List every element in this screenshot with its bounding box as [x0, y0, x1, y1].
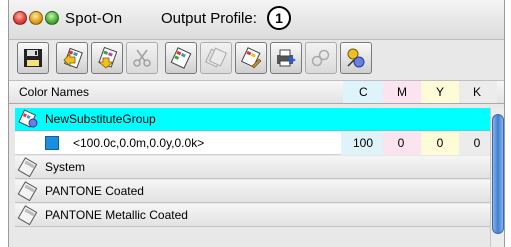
color-list: NewSubstituteGroup <100.0c,0.0m,0.0y,0.0… — [9, 108, 500, 247]
import-group-icon — [63, 47, 83, 69]
list-item-new-substitute-group[interactable]: NewSubstituteGroup — [15, 108, 500, 131]
m-value[interactable]: 0 — [389, 136, 413, 150]
list-item-label: NewSubstituteGroup — [45, 112, 156, 126]
export-group-button[interactable] — [91, 42, 123, 74]
import-group-button[interactable] — [56, 42, 88, 74]
substitute-button[interactable] — [340, 42, 372, 74]
cut-button[interactable] — [126, 42, 158, 74]
column-header: Color Names C M Y K — [9, 80, 504, 104]
substitute-icon — [347, 48, 365, 68]
edit-group-icon — [241, 47, 262, 69]
color-book-icon — [17, 157, 39, 177]
duplicate-group-button[interactable] — [200, 42, 232, 74]
callout-marker: 1 — [267, 6, 291, 30]
print-group-icon — [277, 49, 296, 67]
new-group-button[interactable] — [165, 42, 197, 74]
y-value[interactable]: 0 — [428, 136, 452, 150]
list-item-label: PANTONE Metallic Coated — [45, 208, 188, 222]
column-header-color-names[interactable]: Color Names — [19, 85, 89, 99]
toolbar — [17, 40, 372, 76]
link-button[interactable] — [305, 42, 337, 74]
c-value[interactable]: 100 — [349, 136, 377, 150]
list-item-pantone-metallic-coated[interactable]: PANTONE Metallic Coated — [15, 204, 500, 227]
print-group-button[interactable] — [270, 42, 302, 74]
scrollbar-thumb[interactable] — [492, 114, 504, 234]
list-item-label: System — [45, 160, 86, 174]
column-header-c[interactable]: C — [359, 85, 368, 99]
duplicate-group-icon — [204, 47, 228, 68]
edit-group-button[interactable] — [235, 42, 267, 74]
k-value[interactable]: 0 — [465, 136, 489, 150]
color-swatch — [45, 136, 59, 150]
column-header-m[interactable]: M — [397, 85, 407, 99]
substitute-group-icon — [17, 109, 39, 129]
column-header-y[interactable]: Y — [436, 85, 444, 99]
link-icon — [311, 49, 330, 67]
minimize-button[interactable] — [29, 11, 43, 25]
title-bar[interactable]: Spot-On Output Profile: 1 — [9, 0, 504, 40]
vertical-scrollbar[interactable] — [490, 108, 504, 247]
cut-icon — [133, 49, 151, 67]
list-item-color-entry[interactable]: <100.0c,0.0m,0.0y,0.0k> 100 0 0 0 — [15, 132, 500, 155]
list-item-system[interactable]: System — [15, 156, 500, 179]
window-title: Spot-On — [65, 10, 123, 27]
save-icon — [24, 49, 42, 67]
new-group-icon — [170, 47, 192, 69]
list-item-label: PANTONE Coated — [45, 184, 144, 198]
color-book-icon — [17, 181, 39, 201]
list-item-label: <100.0c,0.0m,0.0y,0.0k> — [73, 136, 205, 150]
close-button[interactable] — [13, 11, 27, 25]
spot-on-window: Spot-On Output Profile: 1 Color Names C … — [8, 0, 505, 247]
save-button[interactable] — [17, 42, 49, 74]
column-header-k[interactable]: K — [473, 85, 481, 99]
export-group-icon — [97, 46, 118, 69]
color-book-icon — [17, 205, 39, 225]
zoom-button[interactable] — [45, 11, 59, 25]
list-item-pantone-coated[interactable]: PANTONE Coated — [15, 180, 500, 203]
output-profile-label: Output Profile: — [161, 10, 257, 27]
